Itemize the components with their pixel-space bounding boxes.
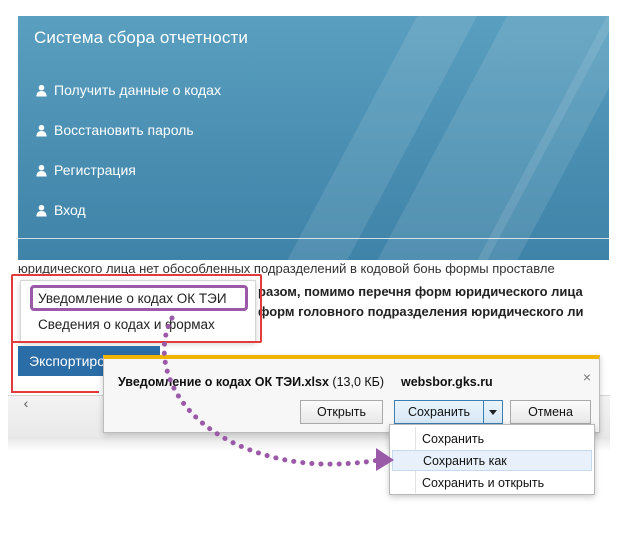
save-dropdown-toggle[interactable]	[484, 400, 503, 424]
cancel-button[interactable]: Отмена	[510, 400, 591, 424]
site-header: Система сбора отчетности Получить данные…	[18, 16, 609, 260]
download-file-info: Уведомление о кодах ОК ТЭИ.xlsx (13,0 КБ…	[118, 375, 384, 389]
nav-label: Регистрация	[54, 162, 136, 178]
nav-registration[interactable]: Регистрация	[35, 160, 136, 180]
header-divider	[18, 238, 609, 239]
scroll-left-icon[interactable]: ‹	[18, 395, 34, 411]
save-option-save-as[interactable]: Сохранить как	[392, 450, 592, 471]
open-button[interactable]: Открыть	[300, 400, 383, 424]
chevron-down-icon	[489, 409, 497, 415]
annotation-frame	[11, 274, 262, 343]
save-button[interactable]: Сохранить	[394, 400, 484, 424]
user-icon	[36, 204, 47, 217]
download-notification-bar: Уведомление о кодах ОК ТЭИ.xlsx (13,0 КБ…	[103, 355, 600, 433]
site-title: Система сбора отчетности	[34, 28, 248, 47]
page-text-line: разом, помимо перечня форм юридического …	[258, 284, 583, 299]
save-option-save-open[interactable]: Сохранить и открыть	[392, 472, 592, 493]
nav-label: Получить данные о кодах	[54, 82, 221, 98]
nav-get-codes[interactable]: Получить данные о кодах	[35, 80, 221, 100]
save-options-menu: Сохранить Сохранить как Сохранить и откр…	[389, 424, 595, 495]
nav-label: Вход	[54, 202, 86, 218]
download-file-size: (13,0 КБ)	[332, 375, 385, 389]
user-icon	[36, 124, 47, 137]
user-icon	[36, 164, 47, 177]
user-icon	[36, 84, 47, 97]
save-option-save[interactable]: Сохранить	[392, 428, 592, 449]
download-site: websbor.gks.ru	[401, 375, 493, 389]
download-file-name: Уведомление о кодах ОК ТЭИ.xlsx	[118, 375, 329, 389]
nav-login[interactable]: Вход	[35, 200, 86, 220]
nav-label: Восстановить пароль	[54, 122, 194, 138]
page-text-line: форм головного подразделения юридическог…	[258, 304, 584, 319]
close-icon[interactable]: ×	[583, 369, 591, 385]
annotation-frame	[11, 341, 99, 393]
nav-restore-password[interactable]: Восстановить пароль	[35, 120, 194, 140]
